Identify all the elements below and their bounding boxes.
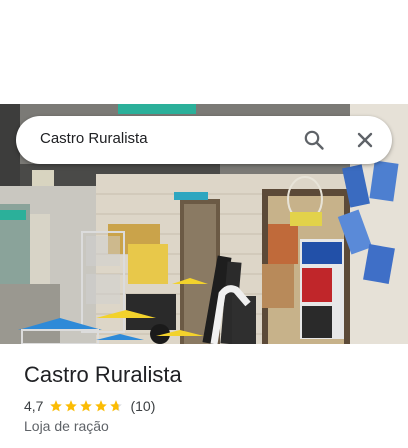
search-query-text[interactable]: Castro Ruralista (40, 130, 148, 147)
search-bar[interactable]: Castro Ruralista (16, 116, 392, 164)
star-icon (80, 400, 93, 412)
star-icon (65, 400, 78, 412)
star-icon (95, 400, 108, 412)
search-icon[interactable] (300, 126, 328, 154)
star-icon (50, 400, 63, 412)
close-icon[interactable] (351, 126, 379, 154)
place-title: Castro Ruralista (24, 362, 182, 387)
review-count[interactable]: (10) (130, 398, 155, 414)
rating-row[interactable]: 4,7 (10) (24, 397, 155, 415)
top-blank-area (0, 0, 408, 104)
star-half-icon (110, 400, 123, 412)
place-category: Loja de ração (24, 418, 109, 434)
star-rating (49, 399, 124, 413)
rating-value: 4,7 (24, 398, 44, 414)
